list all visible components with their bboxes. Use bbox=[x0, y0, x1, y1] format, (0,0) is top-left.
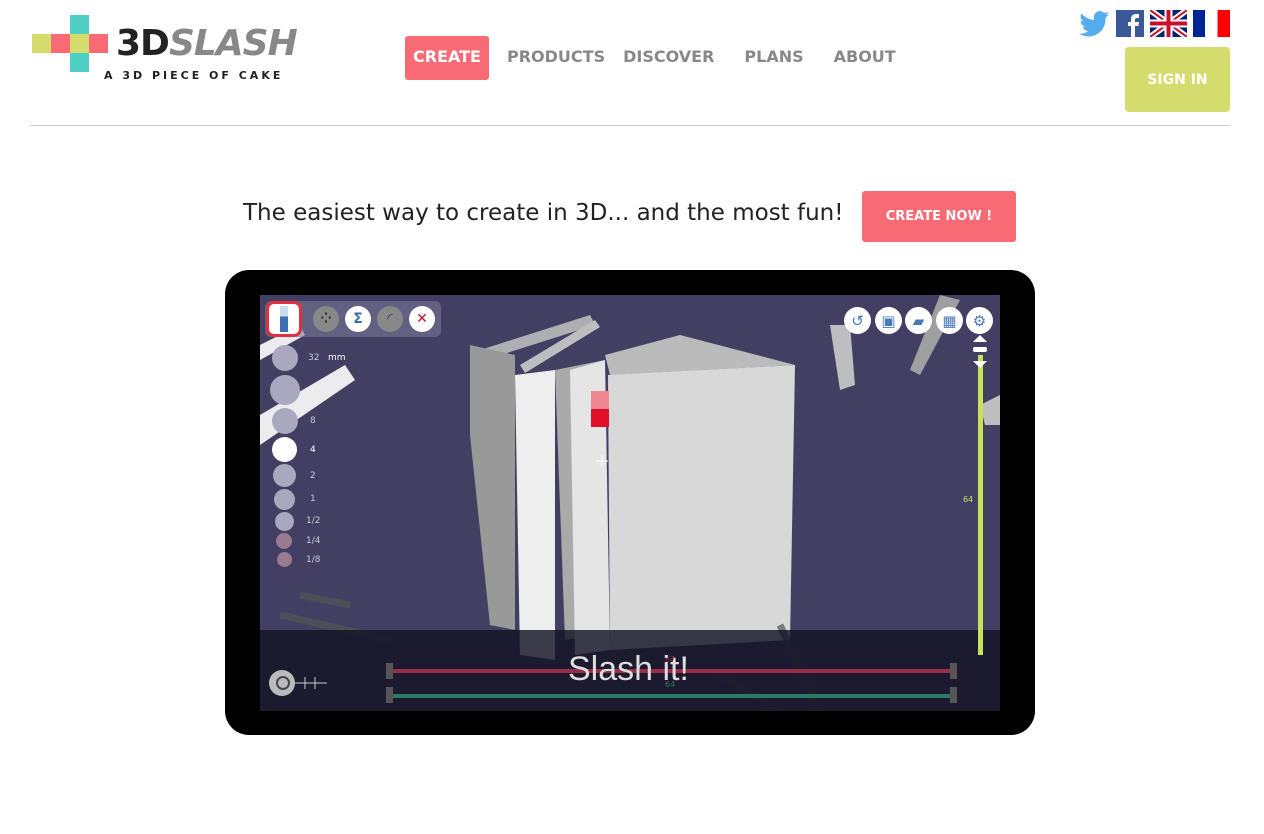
green-axis-slider bbox=[393, 694, 950, 698]
nav-create[interactable]: CREATE bbox=[405, 36, 489, 80]
nav-plans[interactable]: PLANS bbox=[736, 36, 811, 80]
unit-label: mm bbox=[328, 353, 346, 363]
size-option-8[interactable] bbox=[272, 408, 298, 434]
header-divider bbox=[30, 125, 1230, 126]
create-now-button[interactable]: CREATE NOW ! bbox=[862, 191, 1016, 242]
size-option-1[interactable] bbox=[274, 489, 295, 510]
curve-icon[interactable]: ◜ bbox=[377, 306, 403, 332]
size-option-half[interactable] bbox=[275, 512, 294, 531]
folder-icon[interactable]: ▰ bbox=[905, 307, 932, 334]
logo-tagline: A 3D PIECE OF CAKE bbox=[104, 69, 284, 82]
size-option-16[interactable] bbox=[270, 375, 300, 405]
size-option-2[interactable] bbox=[273, 464, 296, 487]
facebook-icon[interactable] bbox=[1116, 10, 1144, 37]
undo-icon[interactable]: ↺ bbox=[844, 307, 871, 334]
hammer-icon[interactable] bbox=[266, 301, 302, 337]
size-option-4[interactable] bbox=[272, 437, 297, 462]
social-links bbox=[1078, 7, 1230, 40]
dots-icon[interactable]: ⁘ bbox=[313, 306, 339, 332]
france-flag-icon[interactable] bbox=[1193, 10, 1230, 37]
grid-icon[interactable]: ▦ bbox=[936, 307, 963, 334]
size-option-32[interactable] bbox=[272, 345, 298, 371]
nav-discover[interactable]: DISCOVER bbox=[615, 36, 722, 80]
twitter-icon[interactable] bbox=[1078, 10, 1110, 37]
gear-icon[interactable]: ⚙ bbox=[966, 307, 993, 334]
main-nav: CREATE PRODUCTS DISCOVER PLANS ABOUT bbox=[405, 36, 906, 80]
size-option-eighth[interactable] bbox=[277, 552, 292, 567]
app-viewport[interactable] bbox=[260, 295, 1000, 711]
3d-scene bbox=[260, 295, 1000, 711]
size-option-quarter[interactable] bbox=[276, 533, 292, 549]
save-icon[interactable]: ▣ bbox=[875, 307, 902, 334]
logo[interactable]: 3DSLASH A 3D PIECE OF CAKE bbox=[32, 15, 312, 82]
slash-it-overlay: Slash it! bbox=[568, 650, 689, 688]
vertical-value: 64 bbox=[963, 495, 974, 504]
sign-in-button[interactable]: SIGN IN bbox=[1125, 47, 1230, 112]
close-icon[interactable]: ✕ bbox=[409, 306, 435, 332]
brand-name: 3DSLASH bbox=[116, 23, 298, 64]
nav-products[interactable]: PRODUCTS bbox=[499, 36, 613, 80]
hero-tagline: The easiest way to create in 3D... and t… bbox=[243, 200, 844, 226]
vertical-axis-slider bbox=[978, 355, 983, 655]
uk-flag-icon[interactable] bbox=[1148, 7, 1189, 40]
nav-about[interactable]: ABOUT bbox=[826, 36, 904, 80]
zigzag-icon[interactable]: Σ bbox=[345, 306, 371, 332]
